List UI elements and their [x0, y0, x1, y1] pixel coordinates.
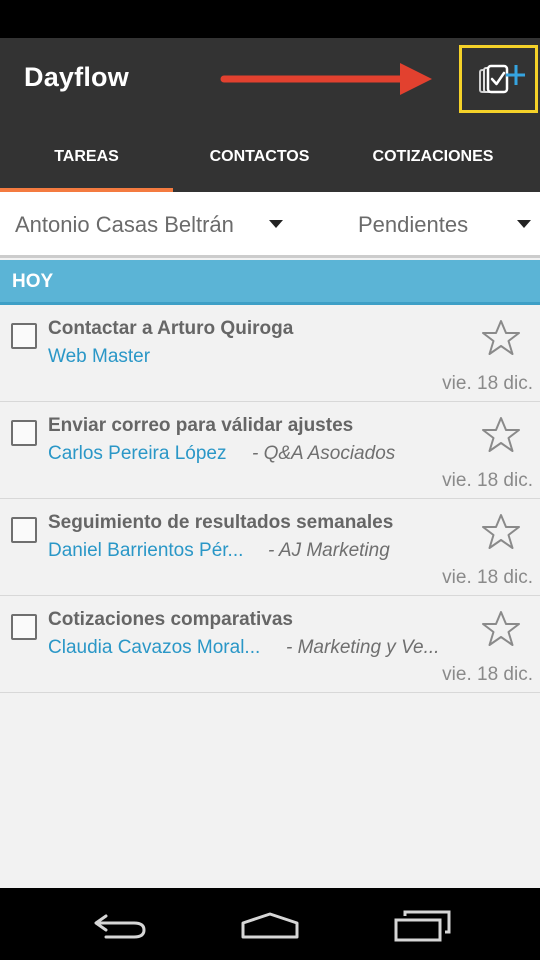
- chevron-down-icon[interactable]: [517, 220, 531, 228]
- app-title: Dayflow: [24, 62, 129, 92]
- task-title: Contactar a Arturo Quiroga: [48, 318, 294, 339]
- star-outline-icon[interactable]: [481, 513, 521, 551]
- task-contact-link[interactable]: Carlos Pereira López: [48, 443, 226, 465]
- task-row[interactable]: Seguimiento de resultados semanales Dani…: [0, 499, 540, 596]
- new-task-button[interactable]: [459, 45, 538, 113]
- task-list: Contactar a Arturo Quiroga Web Master vi…: [0, 305, 540, 693]
- recents-icon[interactable]: [393, 910, 453, 942]
- task-due-date: vie. 18 dic.: [442, 470, 533, 491]
- task-row[interactable]: Contactar a Arturo Quiroga Web Master vi…: [0, 305, 540, 402]
- home-icon[interactable]: [240, 912, 300, 940]
- task-due-date: vie. 18 dic.: [442, 664, 533, 685]
- task-title: Enviar correo para válidar ajustes: [48, 415, 354, 436]
- star-outline-icon[interactable]: [481, 610, 521, 648]
- task-contact-link[interactable]: Claudia Cavazos Moral...: [48, 637, 260, 659]
- red-arrow-icon: [220, 63, 432, 95]
- task-title: Seguimiento de resultados semanales: [48, 512, 394, 533]
- status-filter-dropdown[interactable]: Pendientes: [358, 192, 468, 255]
- task-due-date: vie. 18 dic.: [442, 373, 533, 394]
- tab-cotizaciones[interactable]: COTIZACIONES: [346, 121, 520, 192]
- status-bar: [0, 0, 540, 38]
- task-row[interactable]: Cotizaciones comparativas Claudia Cavazo…: [0, 596, 540, 693]
- task-company: - Q&A Asociados: [252, 443, 396, 464]
- add-task-icon: [479, 64, 525, 94]
- section-header-today: HOY: [0, 260, 540, 305]
- task-checkbox[interactable]: [11, 323, 37, 349]
- tab-tareas[interactable]: TAREAS: [0, 121, 173, 192]
- tab-bar: TAREAS CONTACTOS COTIZACIONES: [0, 121, 540, 192]
- user-filter-dropdown[interactable]: Antonio Casas Beltrán: [15, 192, 234, 255]
- task-contact-link[interactable]: Daniel Barrientos Pér...: [48, 540, 243, 562]
- task-contact-link[interactable]: Web Master: [48, 346, 150, 368]
- task-due-date: vie. 18 dic.: [442, 567, 533, 588]
- back-icon[interactable]: [92, 910, 148, 942]
- star-outline-icon[interactable]: [481, 416, 521, 454]
- task-checkbox[interactable]: [11, 517, 37, 543]
- task-title: Cotizaciones comparativas: [48, 609, 293, 630]
- tab-contactos[interactable]: CONTACTOS: [173, 121, 346, 192]
- app-bar: Dayflow: [0, 38, 540, 121]
- task-checkbox[interactable]: [11, 614, 37, 640]
- star-outline-icon[interactable]: [481, 319, 521, 357]
- task-company: - Marketing y Ve...: [286, 637, 440, 658]
- task-company: - AJ Marketing: [268, 540, 390, 561]
- task-checkbox[interactable]: [11, 420, 37, 446]
- chevron-down-icon[interactable]: [269, 220, 283, 228]
- filter-bar: Antonio Casas Beltrán Pendientes: [0, 192, 540, 258]
- task-row[interactable]: Enviar correo para válidar ajustes Carlo…: [0, 402, 540, 499]
- section-label: HOY: [12, 271, 54, 292]
- system-nav-bar: [0, 888, 540, 960]
